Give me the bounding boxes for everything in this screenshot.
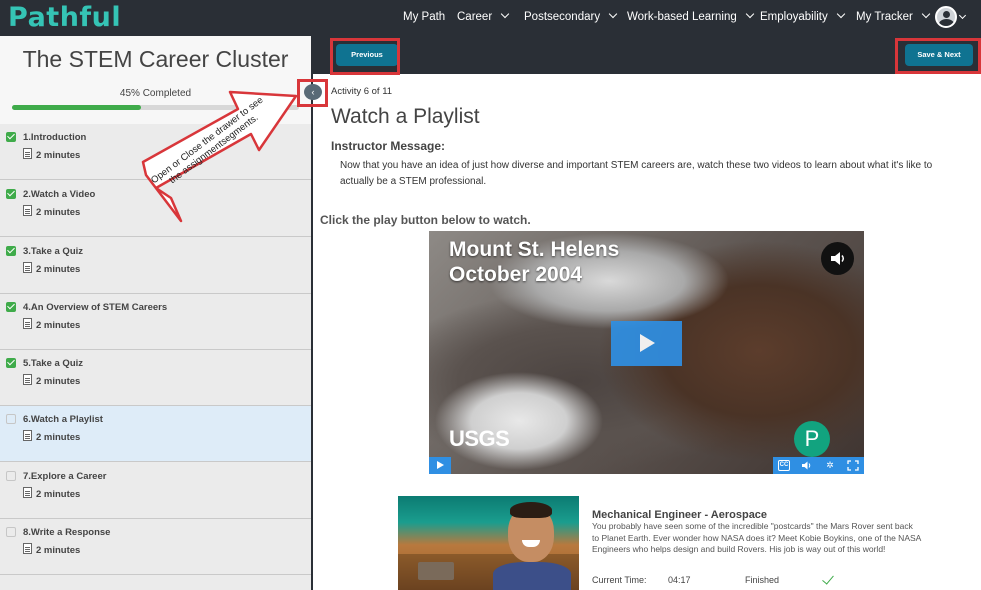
activity-duration: 2 minutes — [36, 320, 81, 331]
fullscreen-icon[interactable] — [847, 460, 859, 471]
nav-postsecondary[interactable]: Postsecondary — [524, 9, 618, 23]
nav-my-path-label: My Path — [403, 11, 446, 23]
activity-duration: 2 minutes — [36, 376, 81, 387]
activity-name: 7.Explore a Career — [23, 471, 107, 482]
document-icon — [23, 148, 32, 159]
video-description: You probably have seen some of the incre… — [592, 521, 921, 554]
chevron-down-icon — [836, 9, 845, 19]
activity-item-6[interactable]: 6.Watch a Playlist 2 minutes — [0, 406, 311, 462]
checkbox-checked-icon — [6, 132, 16, 142]
document-icon — [23, 205, 32, 216]
current-time-label: Current Time: — [592, 575, 647, 585]
activity-name: 3.Take a Quiz — [23, 246, 84, 257]
play-control-button[interactable] — [429, 457, 451, 474]
page-title: Watch a Playlist — [331, 105, 480, 128]
video-title: Mechanical Engineer - Aerospace — [592, 509, 768, 521]
chevron-down-icon[interactable] — [958, 11, 967, 20]
checkbox-checked-icon — [6, 189, 16, 199]
nav-postsecondary-label: Postsecondary — [524, 11, 601, 23]
video-overlay-line-2: October 2004 — [449, 263, 583, 286]
highlight-previous — [330, 38, 400, 75]
checkbox-empty-icon — [6, 414, 16, 424]
checkbox-empty-icon — [6, 527, 16, 537]
activity-name: 1.Introduction — [23, 132, 87, 143]
nav-work-based-learning[interactable]: Work-based Learning — [627, 9, 754, 23]
activity-duration: 2 minutes — [36, 264, 81, 275]
video-thumbnail[interactable] — [398, 496, 579, 590]
activity-duration: 2 minutes — [36, 207, 81, 218]
video-overlay-title: Mount St. Helens October 2004 — [449, 237, 619, 287]
activity-item-2[interactable]: 2.Watch a Video 2 minutes — [0, 181, 311, 237]
activity-item-4[interactable]: 4.An Overview of STEM Careers 2 minutes — [0, 294, 311, 350]
document-icon — [23, 487, 32, 498]
current-time-value: 04:17 — [668, 575, 691, 585]
nav-my-path[interactable]: My Path — [403, 11, 445, 23]
activity-name: 6.Watch a Playlist — [23, 414, 103, 425]
instructor-message: Now that you have an idea of just how di… — [340, 160, 933, 187]
top-nav: Pathful My Path Career Postsecondary Wor… — [0, 0, 981, 36]
video-player[interactable]: Mount St. Helens October 2004 USGS P CC … — [429, 231, 864, 474]
activity-name: 5.Take a Quiz — [23, 358, 84, 369]
usgs-watermark: USGS — [449, 426, 510, 451]
activity-item-8[interactable]: 8.Write a Response 2 minutes — [0, 519, 311, 575]
document-icon — [23, 318, 32, 329]
drawer-divider — [311, 36, 313, 590]
document-icon — [23, 374, 32, 385]
nav-wbl-label: Work-based Learning — [627, 11, 737, 23]
activity-duration: 2 minutes — [36, 150, 81, 161]
activity-drawer: The STEM Career Cluster 45% Completed 1.… — [0, 36, 311, 590]
chevron-down-icon — [608, 9, 618, 19]
play-instruction: Click the play button below to watch. — [320, 213, 531, 227]
instructor-label: Instructor Message: — [331, 139, 446, 153]
drawer-toggle-button[interactable]: ‹ — [304, 84, 322, 100]
nav-employability[interactable]: Employability — [760, 9, 845, 23]
rover-icon — [418, 562, 454, 580]
pathful-badge-icon: P — [794, 421, 830, 457]
activity-name: 2.Watch a Video — [23, 189, 96, 200]
document-icon — [23, 430, 32, 441]
chevron-down-icon — [500, 9, 510, 19]
finished-check-icon — [822, 572, 834, 585]
activity-counter: Activity 6 of 11 — [331, 86, 393, 97]
activity-name: 4.An Overview of STEM Careers — [23, 302, 168, 313]
cc-icon[interactable]: CC — [778, 460, 790, 471]
document-icon — [23, 262, 32, 273]
user-avatar-icon[interactable] — [935, 6, 957, 28]
checkbox-empty-icon — [6, 471, 16, 481]
checkbox-checked-icon — [6, 302, 16, 312]
cluster-title: The STEM Career Cluster — [22, 46, 289, 72]
nav-career[interactable]: Career — [457, 9, 510, 23]
highlight-save-next — [895, 38, 981, 74]
settings-icon[interactable]: ✲ — [824, 460, 836, 471]
checkbox-checked-icon — [6, 358, 16, 368]
activity-item-5[interactable]: 5.Take a Quiz 2 minutes — [0, 350, 311, 406]
document-icon — [23, 543, 32, 554]
volume-icon[interactable] — [821, 242, 854, 275]
chevron-down-icon — [745, 9, 754, 19]
activity-duration: 2 minutes — [36, 432, 81, 443]
activity-item-7[interactable]: 7.Explore a Career 2 minutes — [0, 463, 311, 519]
status-label: Finished — [745, 575, 780, 585]
chevron-down-icon — [921, 9, 931, 19]
nav-career-label: Career — [457, 11, 493, 23]
progress-fill — [12, 105, 142, 110]
player-controls: CC ✲ — [773, 457, 864, 474]
volume-control-icon[interactable] — [801, 460, 813, 471]
activity-duration: 2 minutes — [36, 489, 81, 500]
activity-duration: 2 minutes — [36, 545, 81, 556]
nav-my-tracker-label: My Tracker — [856, 11, 913, 23]
activity-item-3[interactable]: 3.Take a Quiz 2 minutes — [0, 238, 311, 294]
progress-label: 45% Completed — [119, 88, 192, 99]
activity-name: 8.Write a Response — [23, 527, 111, 538]
nav-my-tracker[interactable]: My Tracker — [856, 9, 931, 23]
activity-toolbar: Previous Save & Next — [313, 36, 981, 74]
nav-employability-label: Employability — [760, 11, 828, 23]
play-button[interactable] — [611, 321, 682, 366]
video-overlay-line-1: Mount St. Helens — [449, 238, 620, 261]
checkbox-checked-icon — [6, 246, 16, 256]
pathful-logo[interactable]: Pathful — [8, 2, 121, 33]
